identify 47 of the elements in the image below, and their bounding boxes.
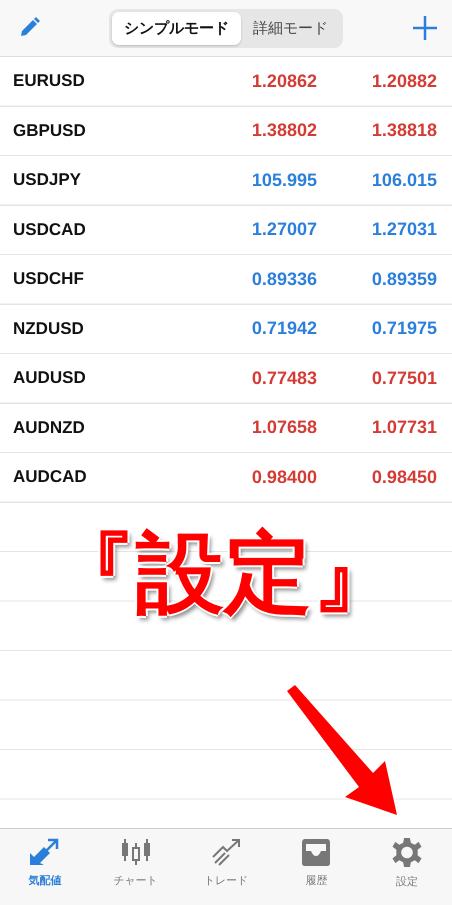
symbol-label: EURUSD xyxy=(13,71,86,92)
ask-price: 0.98450 xyxy=(370,466,437,488)
ask-price: 106.015 xyxy=(370,170,437,191)
bid-price: 1.27007 xyxy=(250,219,317,240)
ask-price: 1.20882 xyxy=(370,70,437,92)
ask-price: 1.38818 xyxy=(370,120,437,142)
ask-price: 0.89359 xyxy=(370,268,437,290)
ask-price: 0.71975 xyxy=(370,318,437,340)
bid-price: 105.995 xyxy=(250,170,317,191)
symbol-label: USDCHF xyxy=(13,269,85,290)
add-icon[interactable] xyxy=(412,15,438,41)
symbol-label: AUDNZD xyxy=(13,418,86,438)
symbol-label: USDJPY xyxy=(13,170,82,190)
symbol-label: AUDCAD xyxy=(13,467,88,488)
settings-icon xyxy=(390,837,423,868)
bid-price: 1.20862 xyxy=(250,70,317,92)
annotation-text: 『設定』 xyxy=(48,525,400,622)
mode-tab[interactable]: シンプルモード xyxy=(112,12,241,44)
quote-row[interactable]: AUDCAD 0.98400 0.98450 xyxy=(0,453,452,502)
quote-row[interactable]: EURUSD 1.20862 1.20882 xyxy=(0,57,452,106)
bid-price: 0.71942 xyxy=(250,318,317,340)
bid-price: 0.77483 xyxy=(250,368,317,389)
ask-price: 1.07731 xyxy=(370,417,437,438)
bid-price: 0.98400 xyxy=(250,466,317,488)
symbol-label: AUDUSD xyxy=(13,368,87,388)
symbol-label: USDCAD xyxy=(13,220,87,240)
bid-price: 0.89336 xyxy=(250,268,317,290)
mode-tab[interactable]: 詳細モード xyxy=(241,12,340,44)
symbol-label: GBPUSD xyxy=(13,120,87,141)
quote-row[interactable]: USDJPY 105.995 106.015 xyxy=(0,156,452,206)
tab-bar-item[interactable]: 設定 xyxy=(362,837,452,889)
ask-price: 1.27031 xyxy=(370,219,437,240)
tab-bar-item[interactable]: 気配値 xyxy=(0,837,90,889)
quote-row[interactable]: AUDNZD 1.07658 1.07731 xyxy=(0,404,452,453)
ask-price: 0.77501 xyxy=(370,368,437,389)
bid-price: 1.07658 xyxy=(250,417,317,438)
pencil-icon[interactable] xyxy=(18,17,40,39)
tab-bar-item[interactable]: チャート xyxy=(90,837,181,889)
quote-row[interactable]: USDCHF 0.89336 0.89359 xyxy=(0,255,452,304)
quote-row[interactable]: USDCAD 1.27007 1.27031 xyxy=(0,206,452,255)
quote-row[interactable]: AUDUSD 0.77483 0.77501 xyxy=(0,354,452,404)
tab-bar-item[interactable]: トレード xyxy=(180,837,272,889)
quote-row[interactable]: NZDUSD 0.71942 0.71975 xyxy=(0,304,452,354)
quote-row[interactable]: GBPUSD 1.38802 1.38818 xyxy=(0,106,452,156)
symbol-label: NZDUSD xyxy=(13,318,85,339)
tab-bar-item[interactable]: 履歴 xyxy=(271,837,362,889)
bid-price: 1.38802 xyxy=(250,120,317,142)
